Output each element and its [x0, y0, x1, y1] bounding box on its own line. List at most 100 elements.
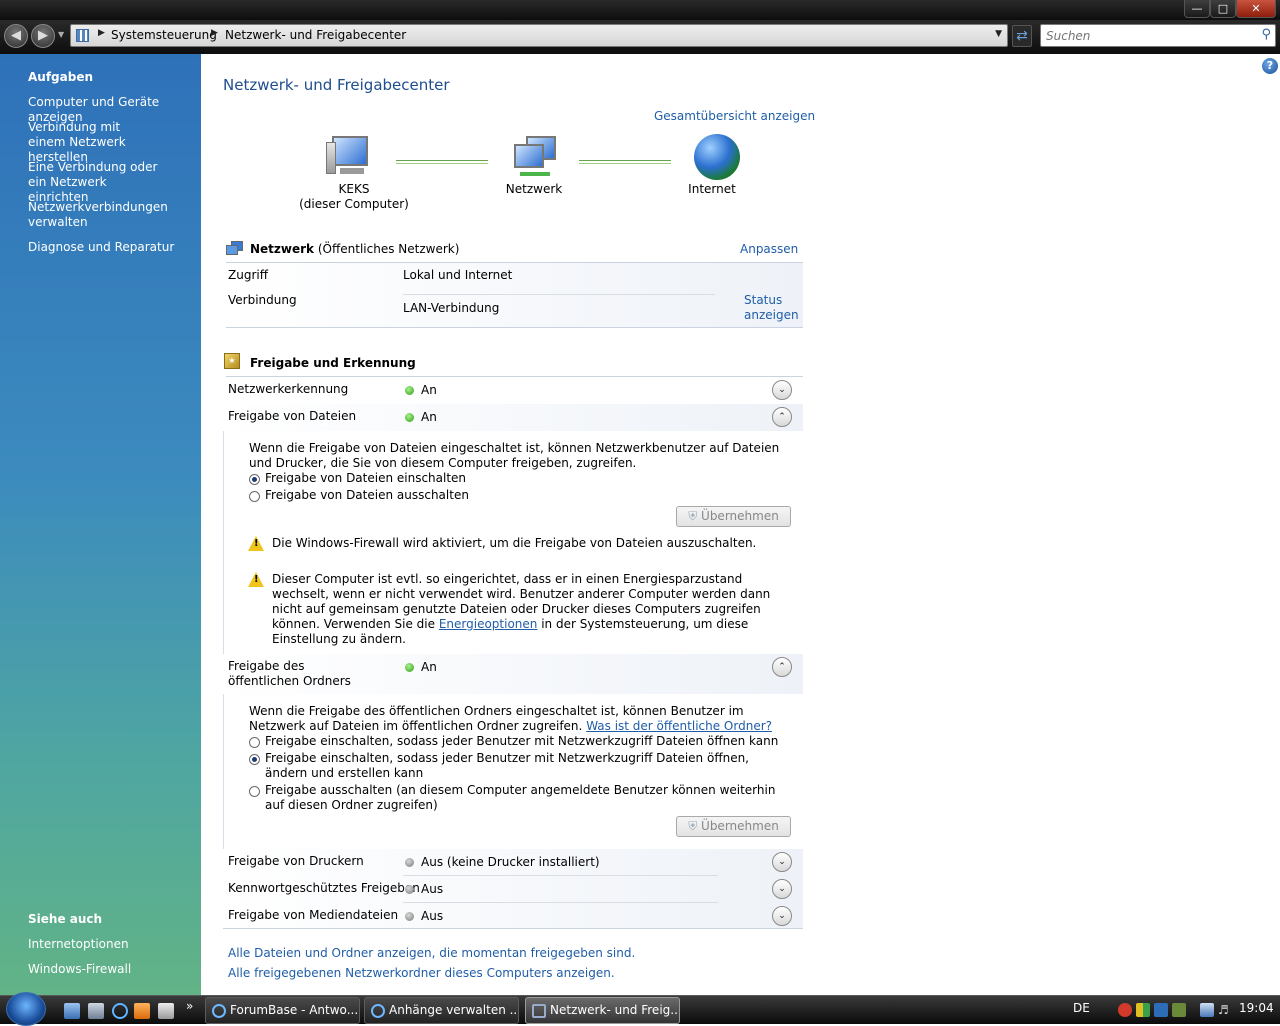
sidebar-link-internet-options[interactable]: Internetoptionen — [28, 937, 196, 952]
apply-public-folder-button[interactable]: ⛨ Übernehmen — [676, 816, 791, 837]
sidebar-link-connect-network[interactable]: Verbindung mit einem Netzwerk herstellen — [28, 120, 158, 165]
taskbar-button[interactable]: ForumBase - Antwo... — [205, 997, 360, 1024]
refresh-icon[interactable]: ⇄ — [1012, 25, 1032, 47]
clock[interactable]: 19:04 — [1239, 1001, 1274, 1015]
status-link[interactable]: Status anzeigen — [744, 293, 800, 323]
password-sharing-row[interactable]: Kennwortgeschütztes Freigeben Aus ⌄ — [223, 876, 803, 903]
search-icon[interactable]: ⚲ — [1261, 27, 1271, 42]
help-icon[interactable]: ? — [1262, 58, 1278, 74]
tray-app-icon[interactable] — [1154, 1003, 1168, 1017]
password-sharing-value: Aus — [421, 882, 444, 896]
network-tray-icon[interactable] — [1200, 1003, 1214, 1017]
file-sharing-description: Wenn die Freigabe von Dateien eingeschal… — [249, 441, 780, 470]
address-bar[interactable]: ▶ Systemsteuerung ▶ Netzwerk- und Freiga… — [70, 24, 1008, 47]
media-sharing-row[interactable]: Freigabe von Mediendateien Aus ⌄ — [223, 903, 803, 930]
sidebar-link-manage-connections[interactable]: Netzwerkverbindungen verwalten — [28, 200, 168, 230]
chevron-up-icon[interactable]: ⌃ — [772, 657, 792, 677]
network-discovery-value: An — [421, 383, 437, 397]
map-connection-line — [579, 160, 671, 164]
chevron-down-icon[interactable]: ⌄ — [772, 852, 792, 872]
sidebar-link-setup-connection[interactable]: Eine Verbindung oder ein Netzwerk einric… — [28, 160, 168, 205]
warning-icon: ! — [248, 536, 264, 551]
back-button[interactable]: ◀ — [4, 24, 28, 48]
address-dropdown-icon[interactable]: ▼ — [995, 29, 1002, 39]
file-sharing-off-radio[interactable] — [249, 491, 260, 502]
printer-sharing-row[interactable]: Freigabe von Druckern Aus (keine Drucker… — [223, 849, 803, 876]
minimize-button[interactable]: — — [1184, 0, 1210, 18]
breadcrumb-systemsteuerung[interactable]: Systemsteuerung — [111, 28, 217, 42]
public-folder-read-radio[interactable] — [249, 737, 260, 748]
uac-shield-icon: ⛨ — [688, 509, 698, 523]
show-shared-files-link[interactable]: Alle Dateien und Ordner anzeigen, die mo… — [228, 946, 635, 960]
sidebar-see-also-heading: Siehe auch — [28, 912, 103, 926]
status-off-icon — [405, 858, 414, 867]
public-folder-write-radio[interactable] — [249, 754, 260, 765]
taskbar-button[interactable]: Anhänge verwalten ... — [364, 997, 519, 1024]
start-button[interactable] — [6, 992, 46, 1026]
power-warning-text: Dieser Computer ist evtl. so eingerichte… — [272, 572, 771, 646]
public-folder-off-radio[interactable] — [249, 786, 260, 797]
public-folder-help-link[interactable]: Was ist der öffentliche Ordner? — [586, 719, 772, 733]
breadcrumb-arrow-icon[interactable]: ▶ — [98, 28, 105, 38]
window-title-bar: — □ ✕ — [0, 0, 1280, 20]
public-folder-value: An — [421, 660, 437, 674]
show-shared-folders-link[interactable]: Alle freigegebenen Netzwerkordner dieses… — [228, 966, 615, 980]
search-input[interactable] — [1041, 25, 1251, 46]
file-sharing-value: An — [421, 410, 437, 424]
quick-launch-icon[interactable] — [158, 1003, 174, 1019]
network-discovery-row[interactable]: Netzwerkerkennung An ⌄ — [223, 377, 803, 405]
tray-app-icon[interactable] — [1172, 1003, 1186, 1017]
breadcrumb-netzwerk[interactable]: Netzwerk- und Freigabecenter — [225, 28, 406, 42]
switch-windows-icon[interactable] — [88, 1003, 104, 1019]
full-map-link[interactable]: Gesamtübersicht anzeigen — [654, 109, 815, 123]
status-on-icon — [405, 663, 414, 672]
media-player-icon[interactable] — [134, 1003, 150, 1019]
chevron-down-icon[interactable]: ⌄ — [772, 906, 792, 926]
file-sharing-row[interactable]: Freigabe von Dateien An ⌃ — [223, 404, 803, 431]
maximize-button[interactable]: □ — [1210, 0, 1236, 18]
public-folder-off-label[interactable]: Freigabe ausschalten (an diesem Computer… — [265, 783, 780, 813]
customize-link[interactable]: Anpassen — [740, 242, 798, 256]
public-folder-write-label[interactable]: Freigabe einschalten, sodass jeder Benut… — [265, 751, 765, 781]
public-folder-row[interactable]: Freigabe des öffentlichen Ordners An ⌃ — [223, 654, 803, 694]
file-sharing-on-label[interactable]: Freigabe von Dateien einschalten — [265, 471, 466, 486]
sidebar-link-firewall[interactable]: Windows-Firewall — [28, 962, 196, 977]
file-sharing-off-label[interactable]: Freigabe von Dateien ausschalten — [265, 488, 469, 503]
chevron-down-icon[interactable]: ⌄ — [772, 879, 792, 899]
public-folder-read-label[interactable]: Freigabe einschalten, sodass jeder Benut… — [265, 734, 785, 749]
recent-pages-dropdown-icon[interactable]: ▼ — [58, 30, 64, 39]
language-indicator[interactable]: DE — [1073, 1001, 1090, 1015]
media-sharing-label: Freigabe von Mediendateien — [228, 908, 399, 922]
quick-launch-overflow-icon[interactable]: » — [186, 999, 193, 1013]
network-icon[interactable] — [512, 136, 558, 180]
computer-icon[interactable] — [326, 136, 372, 180]
sharing-heading: Freigabe und Erkennung — [250, 356, 416, 370]
apply-file-sharing-button[interactable]: ⛨ Übernehmen — [676, 506, 791, 527]
status-off-icon — [405, 885, 414, 894]
taskbar-button-active[interactable]: Netzwerk- und Freig... — [525, 997, 680, 1024]
tray-app-icon[interactable] — [1136, 1003, 1150, 1017]
chevron-up-icon[interactable]: ⌃ — [772, 407, 792, 427]
file-sharing-label: Freigabe von Dateien — [228, 409, 357, 423]
chevron-down-icon[interactable]: ⌄ — [772, 380, 792, 400]
network-name-heading: Netzwerk (Öffentliches Netzwerk) — [250, 242, 460, 256]
forward-button[interactable]: ▶ — [31, 24, 55, 48]
internet-globe-icon[interactable] — [694, 134, 740, 180]
status-on-icon — [405, 386, 414, 395]
network-discovery-label: Netzwerkerkennung — [228, 382, 349, 396]
printer-sharing-value: Aus (keine Drucker installiert) — [421, 855, 600, 869]
sidebar-link-diagnose[interactable]: Diagnose und Reparatur — [28, 240, 196, 255]
public-folder-label: Freigabe des öffentlichen Ordners — [228, 659, 351, 688]
energy-options-link[interactable]: Energieoptionen — [439, 617, 538, 631]
password-sharing-label: Kennwortgeschütztes Freigeben — [228, 881, 420, 895]
breadcrumb-arrow-icon[interactable]: ▶ — [211, 28, 218, 38]
close-button[interactable]: ✕ — [1236, 0, 1276, 18]
search-box[interactable]: ⚲ — [1040, 24, 1276, 47]
file-sharing-on-radio[interactable] — [249, 474, 260, 485]
sidebar-tasks-heading: Aufgaben — [28, 70, 94, 84]
internet-explorer-icon[interactable] — [112, 1003, 128, 1019]
sharing-icon: ★ — [224, 353, 240, 369]
show-desktop-icon[interactable] — [64, 1003, 80, 1019]
security-alert-icon[interactable] — [1118, 1003, 1132, 1017]
volume-icon[interactable]: ♬ — [1218, 1003, 1232, 1017]
